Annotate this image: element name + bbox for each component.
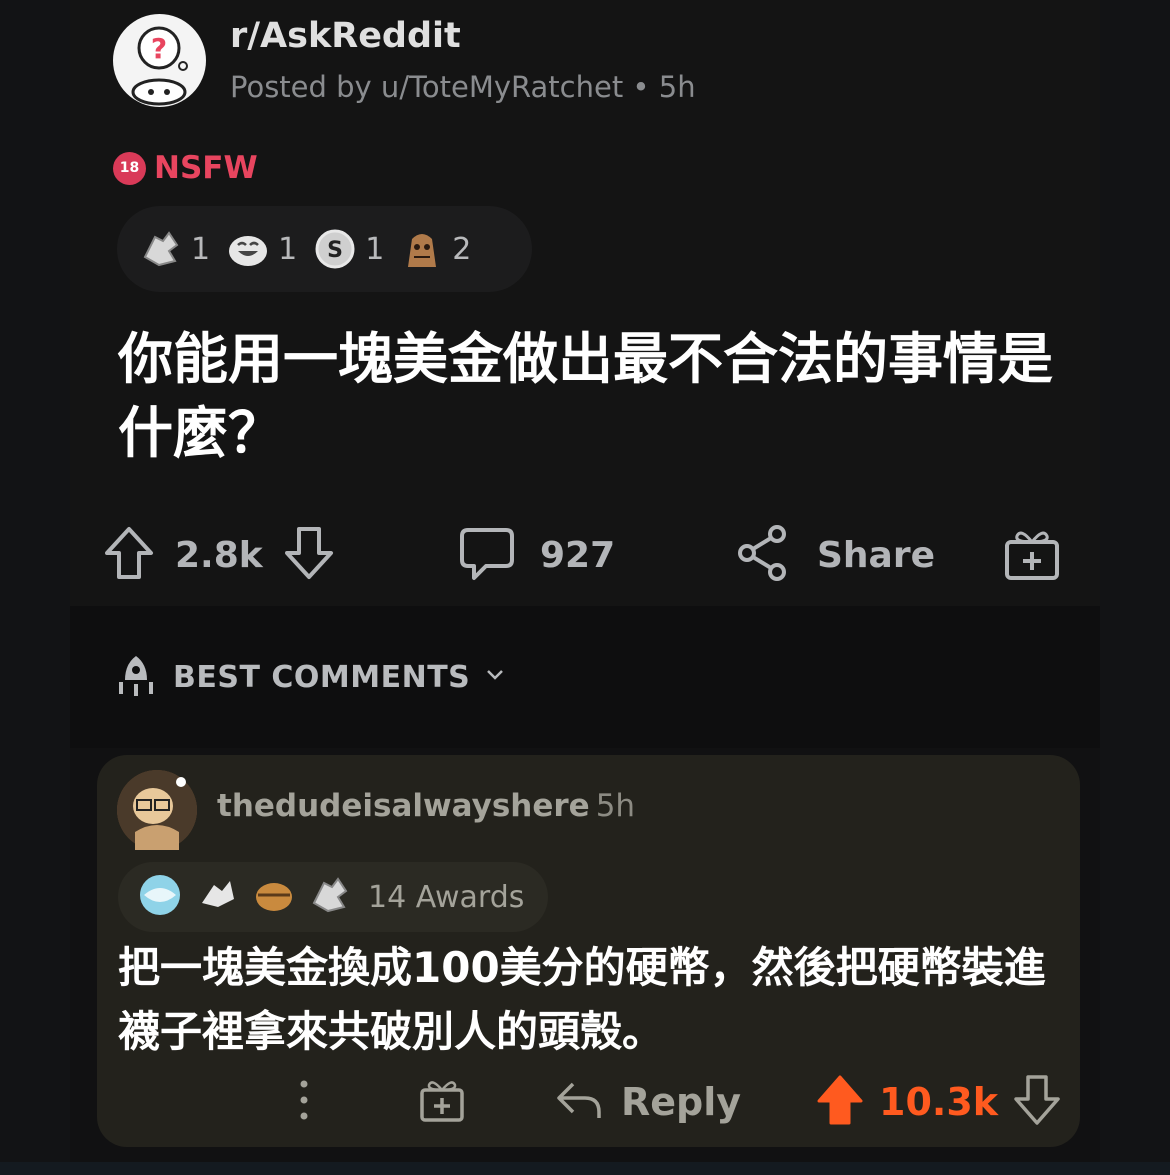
award-comment-button[interactable] (418, 1070, 466, 1134)
post-meta[interactable]: Posted by u/ToteMyRatchet • 5h (230, 70, 696, 104)
gift-icon (1003, 524, 1061, 586)
award-post-button[interactable] (1003, 520, 1061, 590)
post-vote-group: 2.8k (103, 520, 335, 590)
award-count: 1 (278, 231, 298, 267)
chevron-down-icon (484, 664, 506, 690)
comment-timestamp: 5h (595, 788, 636, 824)
award-count: 1 (365, 231, 385, 267)
snoo-avatar-icon (117, 770, 197, 850)
comet-award-icon (136, 871, 184, 923)
user-avatar[interactable] (117, 770, 197, 850)
comment-awards[interactable]: 14 Awards (118, 862, 548, 932)
comments-count: 927 (540, 534, 616, 576)
award-item: S 1 (313, 227, 384, 271)
subreddit-name[interactable]: r/AskReddit (230, 16, 461, 56)
comment-bubble-icon (458, 524, 516, 586)
award-count: 1 (191, 231, 211, 267)
reply-button[interactable]: Reply (555, 1070, 741, 1134)
comment-username[interactable]: thedudeisalwayshere (217, 788, 590, 824)
award-item: 1 (139, 227, 210, 271)
sort-label: BEST COMMENTS (173, 659, 471, 695)
comment-author[interactable]: thedudeisalwayshere 5h (217, 788, 635, 824)
bottom-strip (0, 1162, 1170, 1175)
silver-coin-award-icon: S (313, 227, 357, 271)
gift-icon (418, 1076, 466, 1128)
laughing-face-award-icon (226, 227, 270, 271)
award-item: 2 (400, 227, 471, 271)
post-title[interactable]: 你能用一塊美金做出最不合法的事情是什麼？ (118, 322, 1078, 470)
post-vote-count: 2.8k (175, 534, 263, 576)
hands-award-icon (308, 873, 352, 921)
share-label: Share (817, 534, 936, 576)
share-icon (735, 524, 791, 586)
svg-text:?: ? (151, 32, 167, 65)
award-count: 2 (452, 231, 472, 267)
comment-vote-count: 10.3k (879, 1080, 999, 1124)
post-awards[interactable]: 1 1 S 1 2 (117, 206, 532, 292)
nsfw-18-icon: 18 (113, 151, 146, 185)
sloth-award-icon (400, 227, 444, 271)
award-item: 1 (226, 227, 297, 271)
nsfw-tag: 18 NSFW (113, 150, 258, 186)
reply-label: Reply (621, 1080, 742, 1124)
comment-text: 把一塊美金換成100美分的硬幣，然後把硬幣裝進襪子裡拿來共破別人的頭殼。 (118, 943, 1046, 1056)
running-award-icon (196, 873, 240, 921)
comments-button[interactable]: 927 (458, 520, 615, 590)
nsfw-label: NSFW (154, 150, 258, 186)
hands-award-icon (139, 227, 183, 271)
treasure-award-icon (252, 873, 296, 921)
comment-sort-dropdown[interactable]: BEST COMMENTS (113, 652, 506, 702)
more-vertical-icon (290, 1076, 318, 1128)
rocket-icon (113, 652, 159, 702)
share-button[interactable]: Share (735, 520, 935, 590)
comment-vote-group: 10.3k (815, 1070, 1062, 1134)
svg-text:S: S (327, 238, 343, 263)
reply-arrow-icon (555, 1078, 603, 1126)
subreddit-avatar[interactable]: ? (113, 14, 206, 107)
upvote-icon[interactable] (103, 525, 155, 585)
askreddit-logo-icon: ? (115, 16, 203, 106)
downvote-icon[interactable] (1012, 1073, 1062, 1131)
comment-awards-count: 14 Awards (368, 879, 525, 915)
more-options-button[interactable] (290, 1070, 318, 1134)
downvote-icon[interactable] (283, 525, 335, 585)
upvote-active-icon[interactable] (815, 1073, 865, 1131)
